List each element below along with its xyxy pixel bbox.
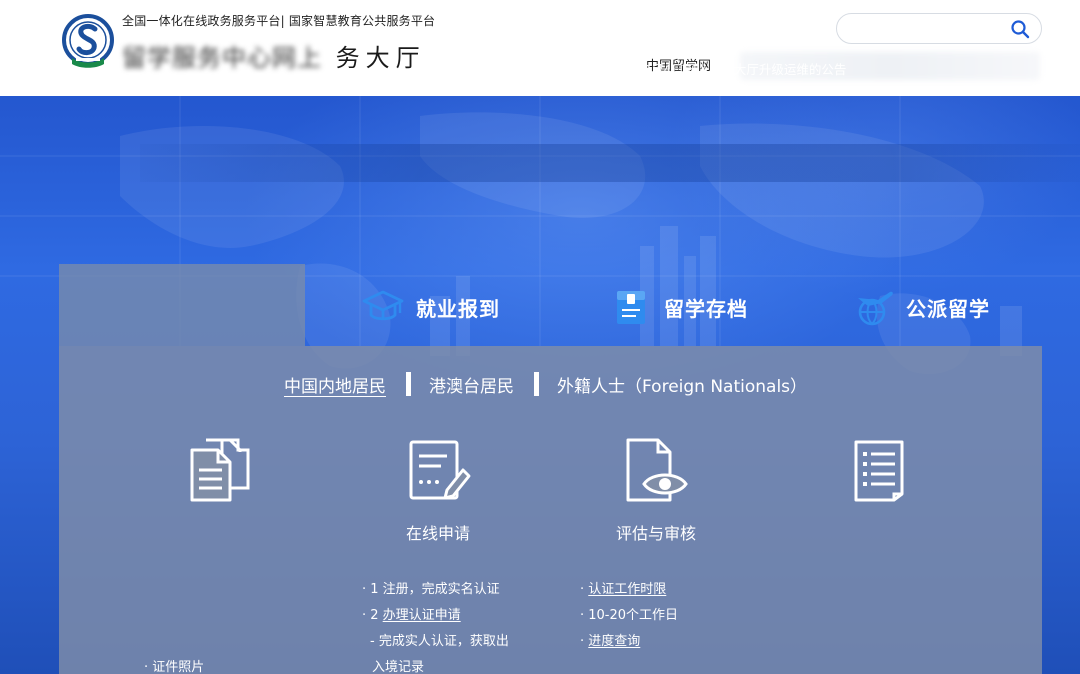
category-tab-mainland[interactable]: 中国内地居民 [284,372,386,397]
tab-government-sponsored[interactable]: 公派留学 [852,280,990,334]
list-item: · 证件照片 [144,660,205,674]
brand-blurred-text: 留学服务中心网上 [122,44,322,72]
progress-query-link[interactable]: 进度查询 [588,634,640,649]
brand-visible-text: 务大厅 [335,44,426,72]
apply-certification-link[interactable]: 办理认证申请 [383,608,461,623]
list-item-prefix: · 2 [362,608,383,623]
checklist-icon [854,440,904,502]
category-tab-hk-macao-taiwan[interactable]: 港澳台居民 [429,372,514,397]
list-item: · 进度查询 [580,629,678,655]
tab-employment-registration[interactable]: 就业报到 [362,280,500,334]
tab-study-abroad-archive[interactable]: 留学存档 [610,280,748,334]
search-box [836,13,1042,44]
list-item: · 2 办理认证申请 [362,603,509,629]
residency-category-tabs: 中国内地居民 港澳台居民 外籍人士（Foreign Nationals） [284,371,807,397]
certification-time-limit-link[interactable]: 认证工作时限 [588,582,666,597]
site-logo-icon[interactable] [62,14,114,70]
tab-label: 留学存档 [664,296,748,321]
list-item: · 1 注册，完成实名认证 [362,582,500,597]
document-review-icon [626,438,688,502]
step-title-online-application: 在线申请 [406,524,471,543]
search-input[interactable] [851,19,1001,39]
step-list-evaluation: · 认证工作时限 · 10-20个工作日 · 进度查询 [580,577,678,655]
step-list-online-application: · 1 注册，完成实名认证 · 2 办理认证申请 - 完成实人认证，获取出 入境… [362,577,509,674]
side-tab-block [59,264,305,346]
site-header: 全国一体化在线政务服务平台| 国家智慧教育公共服务平台 留学服务中心网上 务大厅… [0,0,1080,96]
list-item-sub: 入境记录 [372,660,425,674]
category-tab-foreign-nationals[interactable]: 外籍人士（Foreign Nationals） [557,372,807,397]
notice-date: 2025-03-24 [518,59,591,74]
notice-bar [140,144,1080,182]
page: 全国一体化在线政务服务平台| 国家智慧教育公共服务平台 留学服务中心网上 务大厅… [0,0,1080,674]
documents-icon [190,438,250,502]
list-item: · 10-20个工作日 [580,608,679,623]
search-icon[interactable] [1010,19,1030,39]
category-divider [534,372,539,396]
graduation-cap-icon [362,290,404,321]
tab-label: 就业报到 [416,296,500,321]
edit-form-icon [409,440,471,500]
platform-slogan: 全国一体化在线政务服务平台| 国家智慧教育公共服务平台 [122,14,436,28]
step-title-evaluation-review: 评估与审核 [616,524,697,543]
notice-link[interactable]: · 关于3月4日网上服务大厅升级运维的公告 [610,59,846,78]
site-brand-title: 留学服务中心网上 务大厅 [122,38,426,73]
airplane-globe-icon [858,291,893,326]
category-divider [406,372,411,396]
list-item-sub: - 完成实人认证，获取出 [370,634,509,649]
tab-label: 公派留学 [906,296,990,321]
list-item: · 认证工作时限 [580,577,678,603]
step-list-documents: · 证件照片 [144,655,204,674]
archive-folder-icon [617,291,645,324]
